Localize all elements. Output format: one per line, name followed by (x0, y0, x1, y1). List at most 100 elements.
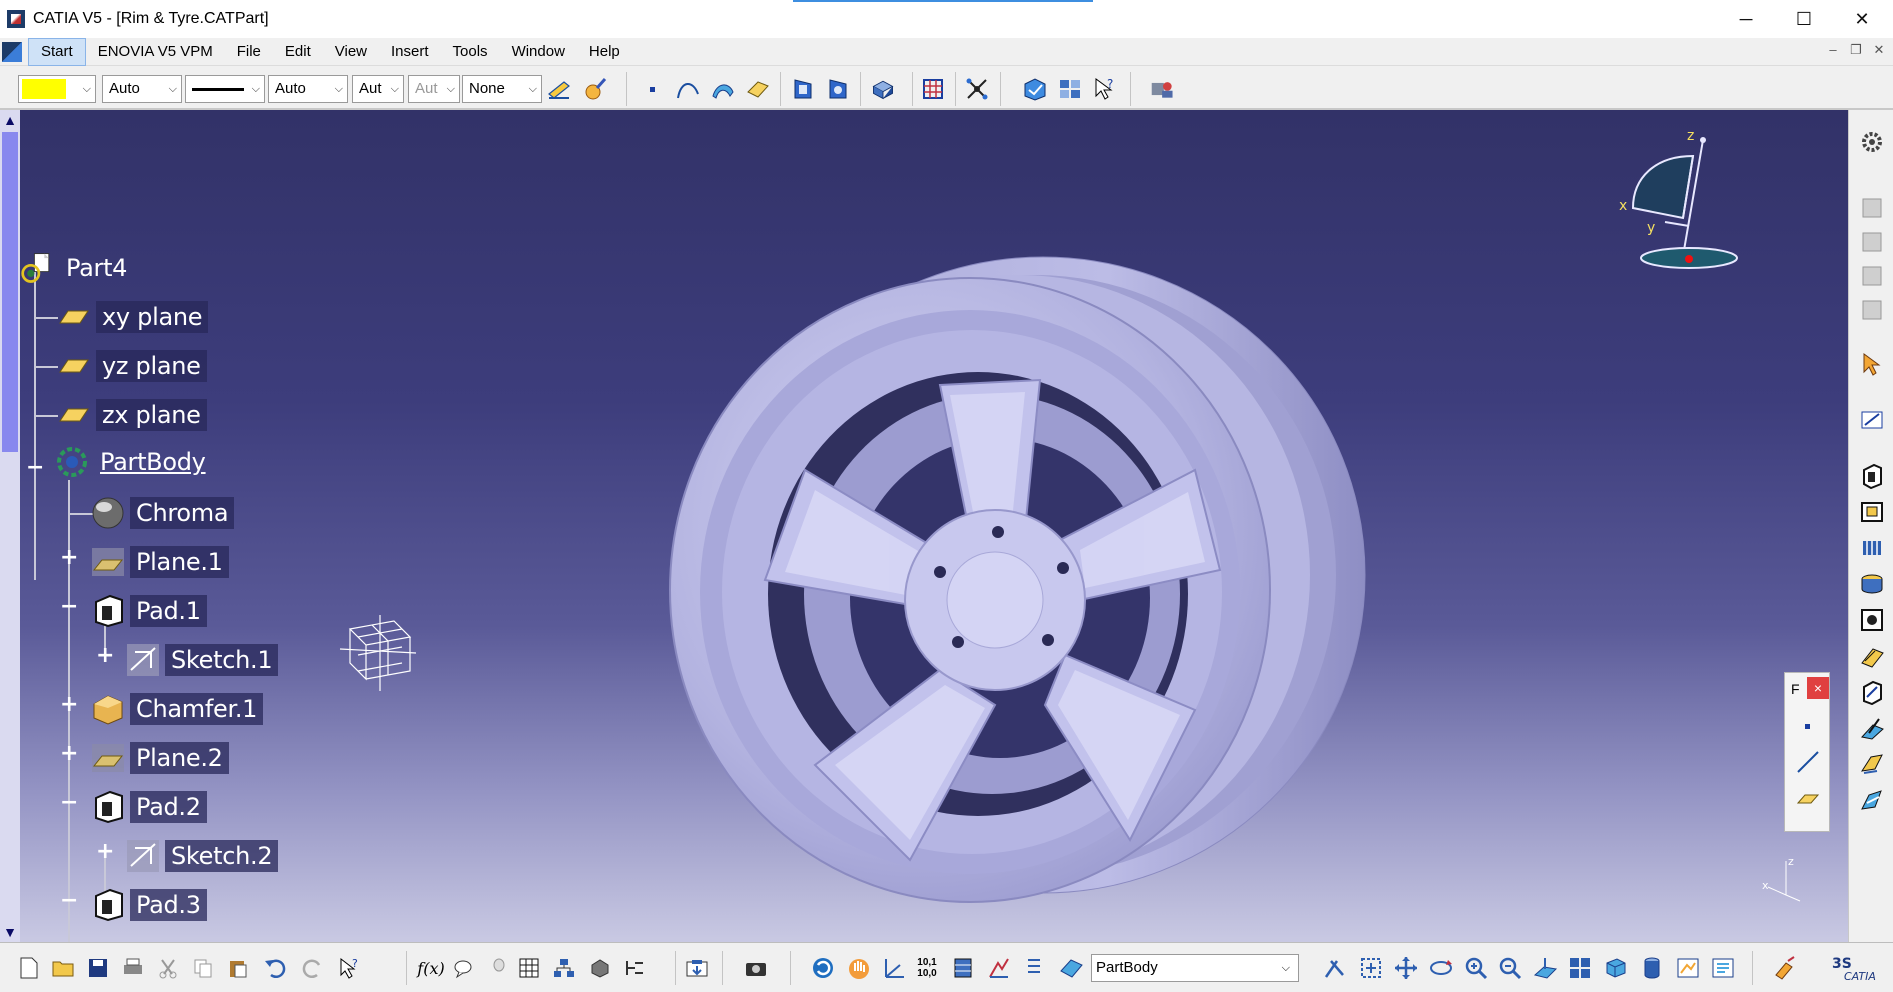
collapse-icon[interactable]: − (60, 890, 78, 912)
pan-icon[interactable] (1393, 955, 1419, 981)
expand-icon[interactable]: + (60, 694, 78, 716)
slot-tool-icon[interactable] (1858, 678, 1886, 706)
tree-node-part[interactable]: Part4 (20, 250, 133, 286)
surface-icon[interactable] (710, 76, 736, 102)
measure-between-icon[interactable] (790, 76, 816, 102)
scale-icon[interactable]: 10,1 10,0 (914, 955, 940, 981)
menu-edit[interactable]: Edit (273, 38, 323, 66)
minimize-button[interactable]: ─ (1717, 0, 1775, 38)
menu-enovia[interactable]: ENOVIA V5 VPM (86, 38, 225, 66)
change-body-icon[interactable] (1058, 955, 1084, 981)
stiffener-tool-icon[interactable] (1858, 714, 1886, 742)
point-type-combo[interactable]: Aut ⌵ (352, 75, 404, 103)
mdi-close-button[interactable]: ✕ (1868, 42, 1890, 62)
plane-tool-icon[interactable] (745, 76, 771, 102)
camera-icon[interactable] (743, 955, 769, 981)
select-arrow-icon[interactable] (1858, 350, 1886, 378)
linetype-combo[interactable]: ⌵ (185, 75, 265, 103)
iso-view-icon[interactable] (1603, 955, 1629, 981)
sheet-metal-icon[interactable] (1057, 76, 1083, 102)
new-icon[interactable] (16, 955, 42, 981)
refresh-icon[interactable] (810, 955, 836, 981)
table-icon[interactable] (516, 955, 542, 981)
plane-tool-icon[interactable] (1795, 785, 1821, 811)
layer-combo[interactable]: None ⌵ (462, 75, 542, 103)
thickness-combo[interactable]: Auto ⌵ (268, 75, 348, 103)
line-icon[interactable] (1795, 749, 1821, 775)
point-icon[interactable] (640, 76, 666, 102)
shading-icon[interactable] (1639, 955, 1665, 981)
tree-node-plane-2[interactable]: Plane.2 (90, 740, 229, 776)
catia-logo-icon[interactable] (2, 41, 22, 62)
gear-icon[interactable] (1858, 128, 1886, 156)
zoom-out-icon[interactable] (1497, 955, 1523, 981)
normal-view-icon[interactable] (1532, 955, 1558, 981)
formula-icon[interactable]: f(x) (417, 955, 444, 981)
hole-tool-icon[interactable] (1858, 606, 1886, 634)
whats-this-icon[interactable]: ? (1092, 76, 1118, 102)
color-combo[interactable]: ⌵ (18, 75, 96, 103)
compass-icon[interactable]: x y z (1605, 118, 1755, 298)
fly-icon[interactable] (950, 955, 976, 981)
loft-tool-icon[interactable] (1858, 750, 1886, 778)
tree-node-pad-3[interactable]: Pad.3 (90, 887, 207, 923)
tree-node-plane-1[interactable]: Plane.1 (90, 544, 229, 580)
painter-icon[interactable] (583, 76, 609, 102)
transparency-combo[interactable]: Auto ⌵ (102, 75, 182, 103)
expand-icon[interactable]: + (96, 645, 114, 667)
tree-node-zx-plane[interactable]: zx plane (56, 397, 207, 433)
list-icon[interactable] (1021, 955, 1047, 981)
analysis-icon[interactable] (986, 955, 1012, 981)
spline-icon[interactable] (675, 76, 701, 102)
graphic-properties-icon[interactable] (546, 76, 572, 102)
tree-node-sketch-2[interactable]: Sketch.2 (125, 838, 279, 874)
tree-scrollbar[interactable]: ▲ ▼ (0, 110, 20, 942)
menu-insert[interactable]: Insert (379, 38, 441, 66)
grid-icon[interactable] (920, 76, 946, 102)
cut-icon[interactable] (155, 955, 181, 981)
copy-icon[interactable] (190, 955, 216, 981)
collapse-icon[interactable]: − (60, 792, 78, 814)
floating-toolbar-close-button[interactable]: × (1807, 677, 1829, 699)
catia-app-icon[interactable] (7, 10, 25, 28)
expand-icon[interactable]: + (96, 841, 114, 863)
tree-node-chamfer-1[interactable]: Chamfer.1 (90, 691, 264, 727)
3d-viewport[interactable]: ▲ ▼ Part4 xy plane yz plane zx plane − P… (0, 110, 1848, 942)
pad-tool-icon[interactable] (1858, 462, 1886, 490)
menu-window[interactable]: Window (500, 38, 577, 66)
undo-icon[interactable] (262, 955, 288, 981)
tree-node-yz-plane[interactable]: yz plane (56, 348, 207, 384)
mdi-restore-button[interactable]: ❐ (1845, 42, 1867, 62)
expand-icon[interactable]: + (60, 547, 78, 569)
rim-model[interactable] (640, 200, 1380, 940)
measure-item-icon[interactable] (825, 76, 851, 102)
scroll-up-icon[interactable]: ▲ (0, 110, 20, 130)
hide-show-icon[interactable] (1675, 955, 1701, 981)
update-icon[interactable] (684, 955, 710, 981)
multi-view-icon[interactable] (1567, 955, 1593, 981)
hand-icon[interactable] (846, 955, 872, 981)
knowledge-advisor-icon[interactable] (452, 955, 478, 981)
collapse-icon[interactable]: − (26, 457, 44, 479)
whats-this-icon[interactable]: ? (337, 955, 363, 981)
rotate-icon[interactable] (1428, 955, 1454, 981)
swap-space-icon[interactable] (1710, 955, 1736, 981)
menu-view[interactable]: View (323, 38, 379, 66)
rib-tool-icon[interactable] (1858, 642, 1886, 670)
paste-icon[interactable] (225, 955, 251, 981)
pocket-tool-icon[interactable] (1858, 498, 1886, 526)
knowledge-icon[interactable] (1022, 76, 1048, 102)
apply-material-icon[interactable] (1772, 955, 1798, 981)
save-icon[interactable] (85, 955, 111, 981)
mdi-minimize-button[interactable]: – (1822, 42, 1844, 62)
catalog-browser-icon[interactable] (964, 76, 990, 102)
point-icon[interactable] (1795, 713, 1821, 739)
multi-section-tool-icon[interactable] (1858, 786, 1886, 814)
maximize-button[interactable]: ☐ (1775, 0, 1833, 38)
tree-node-pad-2[interactable]: Pad.2 (90, 789, 207, 825)
tree-node-partbody[interactable]: PartBody (54, 444, 212, 480)
menu-help[interactable]: Help (577, 38, 632, 66)
user-settings-icon[interactable] (1150, 76, 1176, 102)
fit-selection-icon[interactable] (1358, 955, 1384, 981)
current-body-combo[interactable]: PartBody ⌵ (1091, 954, 1299, 982)
